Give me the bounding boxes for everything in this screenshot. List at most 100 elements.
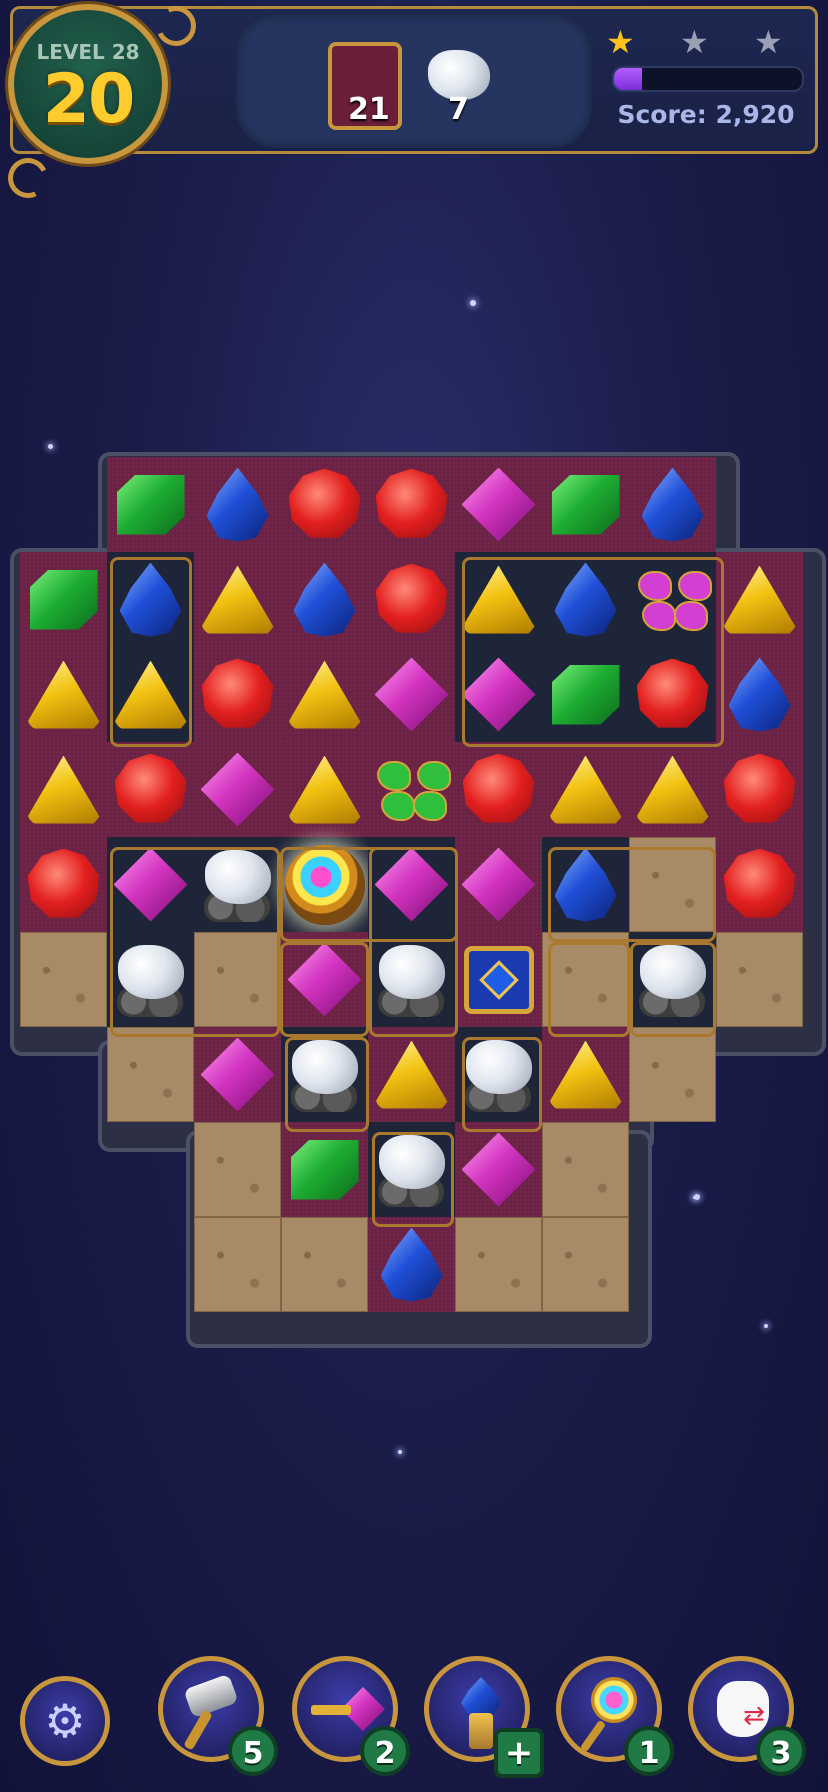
blue-sapphire-gem <box>380 1227 443 1302</box>
board-cell[interactable] <box>455 457 542 552</box>
board-cell[interactable] <box>281 1122 368 1217</box>
yellow-topaz-gem <box>549 755 622 824</box>
board-cell[interactable] <box>455 552 542 647</box>
board-cell[interactable] <box>194 552 281 647</box>
board-cell[interactable] <box>368 742 455 837</box>
green-emerald-gem <box>29 569 98 630</box>
board-cell[interactable] <box>281 552 368 647</box>
board-cell[interactable] <box>629 1027 716 1122</box>
board-cell[interactable] <box>542 932 629 1027</box>
purple-amethyst-gem <box>461 657 536 732</box>
board-cell[interactable] <box>194 457 281 552</box>
board-cell[interactable] <box>542 742 629 837</box>
add-booster-badge[interactable]: + <box>494 1728 544 1778</box>
purple-amethyst-gem <box>374 657 449 732</box>
board-cell[interactable] <box>194 647 281 742</box>
board-cell[interactable] <box>542 1217 629 1312</box>
board-cell[interactable] <box>107 457 194 552</box>
magic-wand-count-badge: 1 <box>624 1726 674 1776</box>
hammer-icon <box>183 1673 239 1719</box>
board-cell[interactable] <box>281 1027 368 1122</box>
board-cell[interactable] <box>368 932 455 1027</box>
board-cell[interactable] <box>455 1122 542 1217</box>
butterfly-wing <box>376 760 411 791</box>
green-emerald-gem <box>290 1139 359 1200</box>
board-cell[interactable] <box>716 837 803 932</box>
board-cell[interactable] <box>629 457 716 552</box>
purple-amethyst-gem <box>287 942 362 1017</box>
board-cell[interactable] <box>107 1027 194 1122</box>
purple-amethyst-gem <box>200 752 275 827</box>
board-cell[interactable] <box>281 837 368 932</box>
board-cell[interactable] <box>194 837 281 932</box>
board-cell[interactable] <box>542 837 629 932</box>
board-cell[interactable] <box>20 837 107 932</box>
board-cell[interactable] <box>455 837 542 932</box>
board-cell[interactable] <box>20 742 107 837</box>
board-cell[interactable] <box>716 552 803 647</box>
red-ruby-gem <box>375 468 448 538</box>
butterfly-icon <box>637 570 712 631</box>
board-cell[interactable] <box>281 742 368 837</box>
board-cell[interactable] <box>629 932 716 1027</box>
board-cell[interactable] <box>368 1122 455 1217</box>
board-cell[interactable] <box>107 932 194 1027</box>
board-cell[interactable] <box>368 457 455 552</box>
board-cell[interactable] <box>107 837 194 932</box>
board-cell[interactable] <box>368 647 455 742</box>
board-cell[interactable] <box>542 552 629 647</box>
board-cell[interactable] <box>542 1122 629 1217</box>
board-cell[interactable] <box>194 1217 281 1312</box>
board-cell[interactable] <box>107 742 194 837</box>
board-cell[interactable] <box>368 1027 455 1122</box>
board-cell[interactable] <box>281 647 368 742</box>
board-cell[interactable] <box>20 552 107 647</box>
board-cell[interactable] <box>455 1217 542 1312</box>
board-cell[interactable] <box>716 647 803 742</box>
board-cell[interactable] <box>281 932 368 1027</box>
settings-button[interactable]: ⚙ <box>20 1676 110 1766</box>
board-cell[interactable] <box>455 647 542 742</box>
red-ruby-gem <box>375 563 448 633</box>
board-cell[interactable] <box>20 647 107 742</box>
board-cell[interactable] <box>368 1217 455 1312</box>
red-ruby-gem <box>201 658 274 728</box>
yellow-topaz-gem <box>288 660 361 729</box>
game-board[interactable] <box>0 0 828 1792</box>
yellow-topaz-gem <box>723 565 796 634</box>
board-cell[interactable] <box>716 742 803 837</box>
board-cell[interactable] <box>107 552 194 647</box>
board-cell[interactable] <box>20 932 107 1027</box>
wand-handle <box>579 1719 607 1753</box>
yellow-topaz-gem <box>27 755 100 824</box>
board-cell[interactable] <box>194 932 281 1027</box>
board-cell[interactable] <box>542 457 629 552</box>
board-cell[interactable] <box>629 837 716 932</box>
blue-sapphire-gem <box>554 847 617 922</box>
board-cell[interactable] <box>455 742 542 837</box>
board-cell[interactable] <box>368 552 455 647</box>
board-cell[interactable] <box>455 932 542 1027</box>
purple-amethyst-gem <box>374 847 449 922</box>
white-diamond-gem <box>291 1039 358 1094</box>
rainbow-bomb-icon <box>284 844 365 925</box>
yellow-topaz-gem <box>288 755 361 824</box>
board-cell[interactable] <box>281 1217 368 1312</box>
board-cell[interactable] <box>542 647 629 742</box>
board-cell[interactable] <box>629 647 716 742</box>
board-cell[interactable] <box>194 1122 281 1217</box>
blue-sapphire-gem <box>293 562 356 637</box>
board-cell[interactable] <box>629 742 716 837</box>
yellow-topaz-gem <box>636 755 709 824</box>
board-cell[interactable] <box>629 552 716 647</box>
swap-hand-count-badge: 3 <box>756 1726 806 1776</box>
board-cell[interactable] <box>281 457 368 552</box>
board-cell[interactable] <box>368 837 455 932</box>
board-cell[interactable] <box>194 742 281 837</box>
board-cell[interactable] <box>716 932 803 1027</box>
board-cell[interactable] <box>194 1027 281 1122</box>
board-cell[interactable] <box>107 647 194 742</box>
board-cell[interactable] <box>542 1027 629 1122</box>
board-cell[interactable] <box>455 1027 542 1122</box>
white-diamond-gem <box>465 1039 532 1094</box>
